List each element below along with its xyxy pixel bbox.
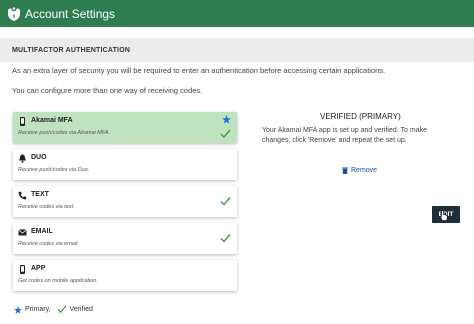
star-icon: [14, 305, 22, 314]
method-card-email[interactable]: EMAIL Receive codes via email.: [13, 223, 237, 254]
intro-subtext: You can configure more than one way of r…: [12, 86, 203, 95]
detail-text: Your Akamai MFA app is set up and verifi…: [262, 127, 427, 144]
method-card-text[interactable]: TEXT Receive codes via text.: [13, 186, 237, 217]
check-icon: [220, 234, 231, 243]
method-name: DUO: [31, 154, 47, 161]
page-title: Account Settings: [25, 6, 116, 21]
top-bar: Account Settings: [0, 0, 474, 27]
bell-icon: [19, 154, 26, 163]
remove-link[interactable]: Remove: [342, 167, 377, 174]
section-title: MULTIFACTOR AUTHENTICATION: [12, 46, 131, 54]
hand-cursor-icon: [440, 210, 448, 221]
method-name: Akamai MFA: [31, 117, 73, 124]
phone-call-icon: [18, 191, 27, 200]
check-icon: [220, 129, 231, 139]
method-name: APP: [31, 265, 46, 272]
mobile-icon: [20, 265, 25, 274]
legend: Primary, Verified: [14, 305, 93, 314]
shield-icon: [8, 6, 20, 21]
method-desc: Get codes on mobile application.: [18, 278, 98, 284]
method-card-app[interactable]: APP Get codes on mobile application.: [13, 260, 237, 291]
check-icon: [57, 305, 67, 314]
detail-title: VERIFIED (PRIMARY): [320, 112, 401, 121]
star-icon: [222, 115, 231, 124]
method-desc: Receive push/codes via Akamai MFA.: [18, 130, 111, 136]
legend-primary: Primary,: [25, 306, 51, 313]
intro-text: As an extra layer of security you will b…: [12, 66, 386, 75]
check-icon: [220, 197, 231, 206]
method-name: TEXT: [31, 191, 49, 198]
remove-label: Remove: [351, 167, 378, 174]
section-header: MULTIFACTOR AUTHENTICATION: [0, 38, 474, 62]
method-card-duo[interactable]: DUO Receive push/codes via Duo.: [13, 149, 237, 180]
method-name: EMAIL: [31, 228, 53, 235]
phone-icon: [20, 117, 25, 126]
legend-verified: Verified: [69, 306, 93, 313]
method-card-akamai-mfa[interactable]: Akamai MFA Receive push/codes via Akamai…: [13, 112, 237, 143]
method-desc: Receive codes via email.: [18, 241, 79, 247]
method-desc: Receive codes via text.: [18, 204, 75, 210]
method-desc: Receive push/codes via Duo.: [18, 167, 90, 173]
trash-icon: [342, 167, 348, 174]
envelope-icon: [18, 229, 27, 236]
